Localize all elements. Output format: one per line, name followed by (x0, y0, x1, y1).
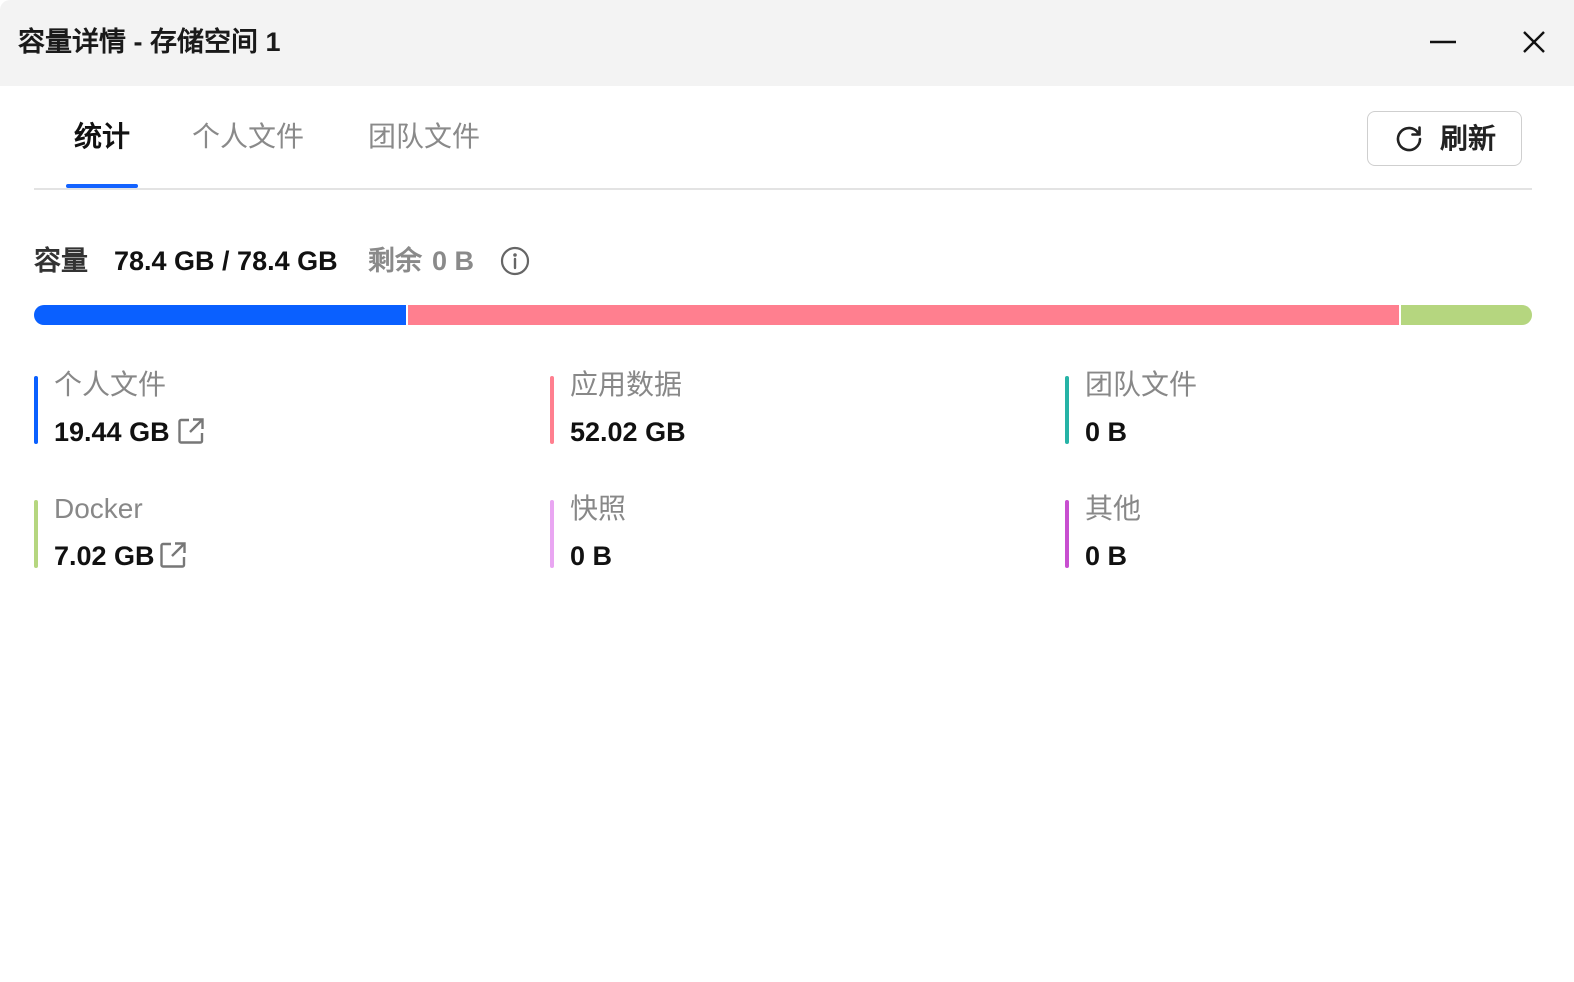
stat-color-marker (34, 500, 38, 568)
capacity-used-total: 78.4 GB / 78.4 GB (114, 246, 338, 276)
tab-bar: 统计 个人文件 团队文件 (34, 100, 1532, 190)
usage-segment (1398, 305, 1532, 325)
refresh-button[interactable]: 刷新 (1367, 111, 1522, 166)
window-title: 容量详情 - 存储空间 1 (18, 27, 281, 57)
tab-statistics[interactable]: 统计 (74, 118, 130, 156)
stat-name: Docker (54, 493, 143, 524)
stat-color-marker (34, 376, 38, 444)
title-bar: 容量详情 - 存储空间 1 (0, 0, 1574, 86)
stat-name: 快照 (570, 493, 627, 524)
remaining-value: 0 B (432, 246, 475, 276)
stat-color-marker (1065, 500, 1069, 568)
stat-name: 个人文件 (54, 369, 167, 400)
active-tab-indicator (66, 184, 138, 188)
external-link-icon[interactable] (176, 416, 206, 446)
stat-value: 19.44 GB (54, 417, 170, 447)
minimize-button[interactable] (1421, 22, 1465, 62)
stat-value: 52.02 GB (570, 417, 686, 447)
stat-value: 0 B (1085, 541, 1128, 571)
remaining-label: 剩余 (368, 246, 422, 276)
refresh-label: 刷新 (1440, 123, 1497, 154)
capacity-label: 容量 (34, 246, 88, 276)
minimize-icon (1430, 40, 1456, 44)
capacity-usage-bar (34, 305, 1532, 325)
usage-segment (34, 305, 406, 325)
refresh-icon (1396, 126, 1422, 152)
stat-item: 快照 0 B (550, 493, 1010, 571)
stat-name: 其他 (1085, 493, 1142, 524)
stat-value: 0 B (1085, 417, 1128, 447)
close-icon (1523, 31, 1545, 53)
stat-name: 应用数据 (570, 369, 683, 400)
tab-personal-files[interactable]: 个人文件 (192, 118, 304, 156)
stat-color-marker (1065, 376, 1069, 444)
stat-color-marker (550, 500, 554, 568)
stat-item: 应用数据 52.02 GB (550, 369, 1010, 447)
stat-item: 团队文件 0 B (1065, 369, 1525, 447)
stat-color-marker (550, 376, 554, 444)
stat-name: 团队文件 (1085, 369, 1198, 400)
stat-item: Docker 7.02 GB (34, 493, 494, 571)
usage-segment (405, 305, 1399, 325)
external-link-icon[interactable] (158, 540, 188, 570)
close-button[interactable] (1512, 22, 1556, 62)
stat-item: 个人文件 19.44 GB (34, 369, 494, 447)
info-icon[interactable] (500, 246, 530, 276)
tab-team-files[interactable]: 团队文件 (368, 118, 480, 156)
stat-value: 7.02 GB (54, 541, 155, 571)
stat-value: 0 B (570, 541, 613, 571)
stat-item: 其他 0 B (1065, 493, 1525, 571)
